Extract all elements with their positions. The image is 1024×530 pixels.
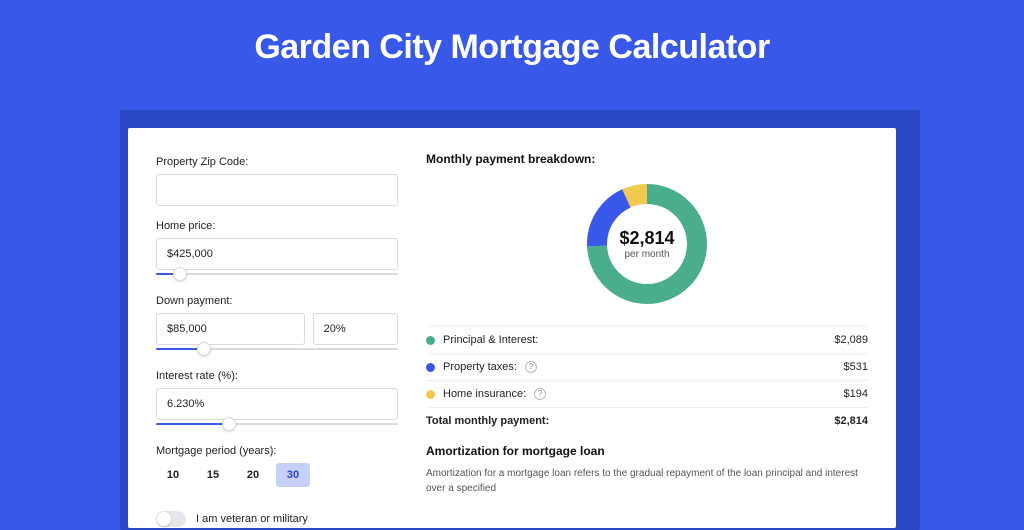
legend-label: Home insurance: (443, 388, 526, 400)
veteran-row: I am veteran or military (156, 511, 398, 527)
slider-thumb[interactable] (222, 417, 236, 431)
down-payment-slider[interactable] (156, 344, 398, 356)
home-price-field: Home price: (156, 216, 398, 281)
zip-field: Property Zip Code: (156, 152, 398, 206)
slider-thumb[interactable] (173, 267, 187, 281)
period-option-20[interactable]: 20 (236, 463, 270, 487)
breakdown-column: Monthly payment breakdown: $2,814 per mo… (426, 152, 868, 504)
interest-rate-input[interactable] (156, 388, 398, 420)
zip-label: Property Zip Code: (156, 156, 398, 168)
legend-label: Property taxes: (443, 361, 517, 373)
veteran-label: I am veteran or military (196, 513, 308, 525)
toggle-knob (157, 512, 171, 526)
dot-icon (426, 336, 435, 345)
donut-chart: $2,814 per month (426, 180, 868, 308)
amortization-title: Amortization for mortgage loan (426, 444, 868, 458)
mortgage-period-label: Mortgage period (years): (156, 445, 398, 457)
mortgage-period-field: Mortgage period (years): 10 15 20 30 (156, 441, 398, 487)
down-payment-input[interactable] (156, 313, 305, 345)
home-price-slider[interactable] (156, 269, 398, 281)
legend-row-insurance: Home insurance: ? $194 (426, 380, 868, 407)
legend-row-total: Total monthly payment: $2,814 (426, 407, 868, 434)
legend-value: $531 (844, 361, 868, 373)
dot-icon (426, 390, 435, 399)
dot-icon (426, 363, 435, 372)
breakdown-title: Monthly payment breakdown: (426, 152, 868, 166)
legend-value: $2,089 (834, 334, 868, 346)
down-payment-label: Down payment: (156, 295, 398, 307)
amortization-text: Amortization for a mortgage loan refers … (426, 466, 868, 496)
total-label: Total monthly payment: (426, 415, 549, 427)
donut-sub: per month (624, 249, 669, 260)
legend-label: Principal & Interest: (443, 334, 538, 346)
home-price-input[interactable] (156, 238, 398, 270)
donut-center: $2,814 per month (583, 180, 711, 308)
legend-row-taxes: Property taxes: ? $531 (426, 353, 868, 380)
form-column: Property Zip Code: Home price: Down paym… (156, 152, 398, 504)
help-icon[interactable]: ? (534, 388, 546, 400)
help-icon[interactable]: ? (525, 361, 537, 373)
period-options: 10 15 20 30 (156, 463, 398, 487)
total-value: $2,814 (834, 415, 868, 427)
interest-rate-field: Interest rate (%): (156, 366, 398, 431)
veteran-toggle[interactable] (156, 511, 186, 527)
period-option-10[interactable]: 10 (156, 463, 190, 487)
home-price-label: Home price: (156, 220, 398, 232)
donut-amount: $2,814 (619, 228, 674, 249)
down-payment-field: Down payment: (156, 291, 398, 356)
legend-value: $194 (844, 388, 868, 400)
legend-row-principal: Principal & Interest: $2,089 (426, 326, 868, 353)
calculator-card: Property Zip Code: Home price: Down paym… (128, 128, 896, 528)
slider-thumb[interactable] (197, 342, 211, 356)
down-payment-pct-input[interactable] (313, 313, 398, 345)
zip-input[interactable] (156, 174, 398, 206)
interest-rate-slider[interactable] (156, 419, 398, 431)
period-option-30[interactable]: 30 (276, 463, 310, 487)
page-title: Garden City Mortgage Calculator (0, 0, 1024, 85)
period-option-15[interactable]: 15 (196, 463, 230, 487)
interest-rate-label: Interest rate (%): (156, 370, 398, 382)
